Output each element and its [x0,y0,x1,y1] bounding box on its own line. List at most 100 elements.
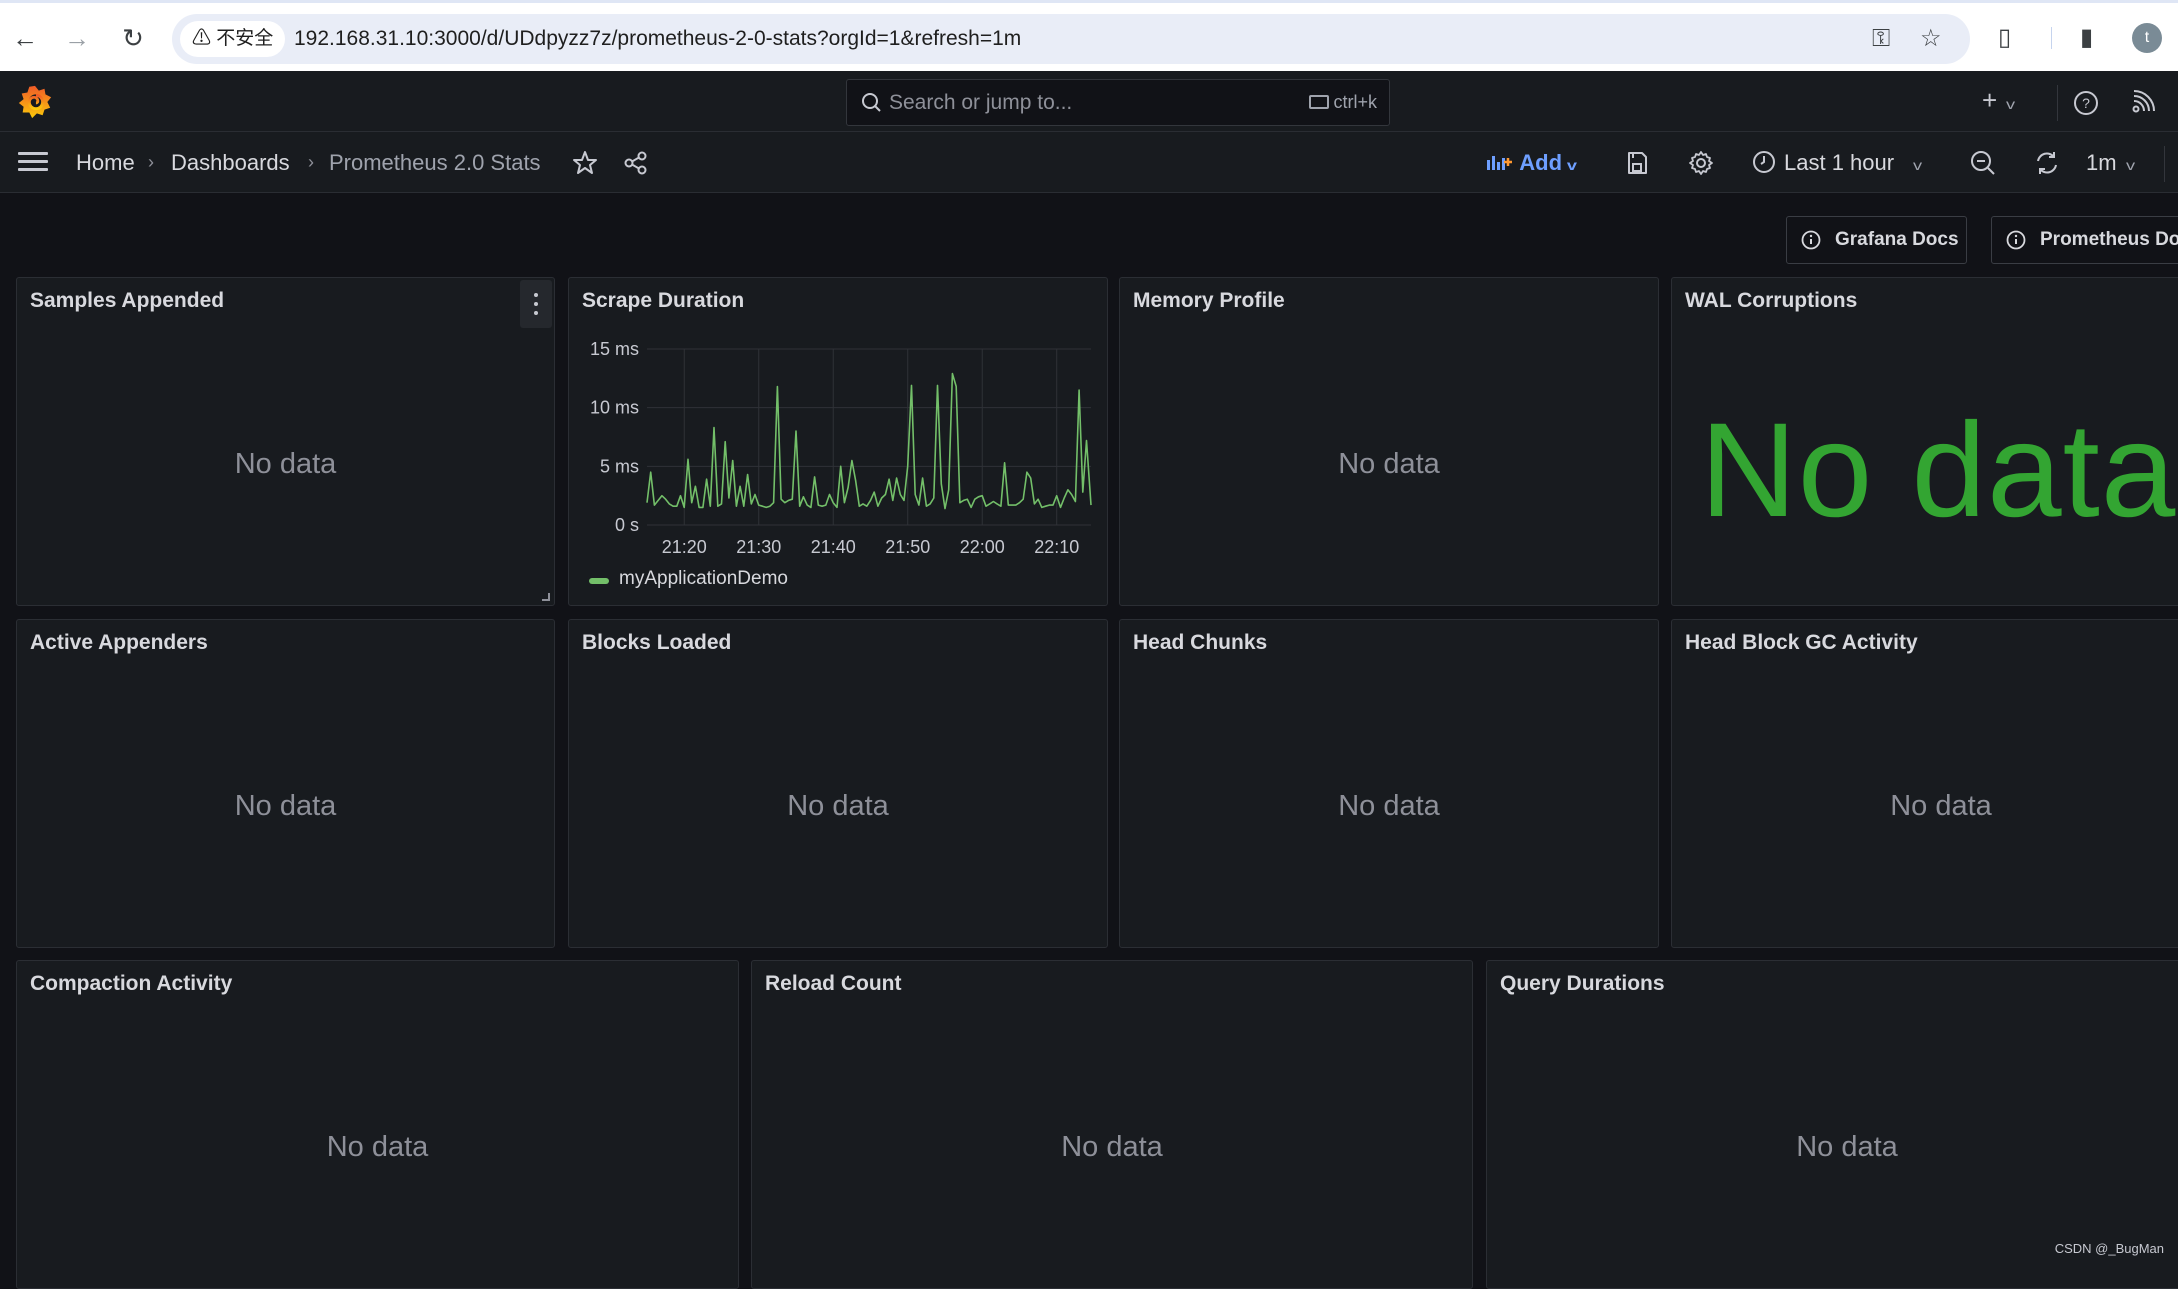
grafana-top-bar: Search or jump to... ctrl+k +v ? [0,71,2178,132]
breadcrumb-home[interactable]: Home [76,132,135,193]
no-data-message: No data [569,790,1107,823]
bookmark-star-icon[interactable]: ☆ [1920,26,1942,52]
panel-samples-appended[interactable]: Samples Appended No data [16,277,555,606]
panel-head-chunks[interactable]: Head Chunks No data [1119,619,1659,948]
data-point [859,506,860,507]
data-point [952,373,953,374]
data-point [956,386,957,387]
data-point [1056,495,1057,496]
security-label: 不安全 [216,28,273,49]
data-point [1078,389,1079,390]
panel-reload-count[interactable]: Reload Count No data [751,960,1473,1289]
profile-avatar[interactable]: t [2132,23,2162,53]
no-data-message: No data [1672,790,2178,823]
grafana-logo-icon[interactable] [16,83,54,121]
add-button[interactable]: Addv [1486,132,1576,196]
panel-blocks-loaded[interactable]: Blocks Loaded No data [568,619,1108,948]
resize-handle[interactable] [542,593,550,601]
breadcrumb-separator: › [308,132,314,193]
x-tick-label: 21:50 [885,537,930,557]
data-point [989,503,990,504]
breadcrumb-current-page: Prometheus 2.0 Stats [329,132,541,193]
time-range-picker[interactable]: Last 1 hourv [1752,132,1921,196]
data-point [933,497,934,498]
panel-memory-profile[interactable]: Memory Profile No data [1119,277,1659,606]
scrape-duration-chart[interactable]: 0 s5 ms10 ms15 ms 21:2021:3021:4021:5022… [569,278,1108,558]
data-point [1060,507,1061,508]
star-icon[interactable] [570,148,600,178]
dashboard-link-grafana-docs[interactable]: Grafana Docs [1786,216,1967,264]
save-icon[interactable] [1622,148,1652,178]
address-bar[interactable]: ⚠ 不安全 192.168.31.10:3000/d/UDdpyzz7z/pro… [172,14,1970,64]
data-point [881,497,882,498]
panel-scrape-duration[interactable]: Scrape Duration 0 s5 ms10 ms15 ms 21:202… [568,277,1108,606]
settings-gear-icon[interactable] [1686,148,1716,178]
share-icon[interactable] [621,148,651,178]
data-point [769,506,770,507]
data-point [900,494,901,495]
data-point [803,496,804,497]
data-point [706,479,707,480]
add-panel-icon [1486,152,1514,172]
extensions-icon[interactable]: ▯ [1998,23,2011,53]
panel-head-block-gc-activity[interactable]: Head Block GC Activity No data [1671,619,2178,948]
key-icon[interactable]: ⚿ [1872,26,1890,52]
new-button[interactable]: +v [1982,85,2014,119]
data-point [661,495,662,496]
legend-item-myapplicationdemo[interactable]: myApplicationDemo [619,568,788,590]
data-point [684,507,685,508]
help-icon[interactable]: ? [2072,89,2100,117]
data-point [713,427,714,428]
data-point [1071,494,1072,495]
data-point [1011,504,1012,505]
warning-icon: ⚠ [192,28,211,49]
security-indicator[interactable]: ⚠ 不安全 [180,21,285,57]
x-tick-label: 22:10 [1034,537,1079,557]
data-point [825,504,826,505]
zoom-out-icon[interactable] [1968,148,1998,178]
data-point [784,502,785,503]
no-data-message: No data [1120,448,1658,481]
data-point [676,506,677,507]
data-point [963,500,964,501]
menu-icon[interactable] [18,152,48,172]
y-tick-label: 10 ms [590,398,639,418]
forward-button[interactable]: → [62,23,92,53]
reload-button[interactable]: ↻ [118,23,148,53]
news-feed-icon[interactable] [2130,89,2156,115]
refresh-interval-picker[interactable]: 1mv [2086,132,2134,196]
breadcrumb-dashboards[interactable]: Dashboards [171,132,290,193]
data-point [695,486,696,487]
url-text[interactable]: 192.168.31.10:3000/d/UDdpyzz7z/prometheu… [294,14,1021,64]
data-point [993,501,994,502]
side-panel-icon[interactable]: ▮ [2080,23,2093,53]
data-point [1004,462,1005,463]
chevron-down-icon: v [2006,89,2015,119]
data-point [747,474,748,475]
back-button[interactable]: ← [10,23,40,53]
panel-menu-button[interactable] [520,280,552,328]
stat-value-no-data: No data [1700,394,2176,547]
panel-query-durations[interactable]: Query Durations No data [1486,960,2178,1289]
panel-title: Memory Profile [1133,289,1285,313]
panel-wal-corruptions[interactable]: WAL Corruptions No data [1671,277,2178,606]
add-label: Add [1519,150,1562,175]
data-point [780,499,781,500]
data-point [788,500,789,501]
panel-title: Samples Appended [30,289,224,313]
x-tick-label: 21:30 [736,537,781,557]
data-point [751,503,752,504]
search-input[interactable]: Search or jump to... ctrl+k [846,79,1390,126]
data-point [915,494,916,495]
panel-title: Head Chunks [1133,631,1267,655]
no-data-message: No data [1120,790,1658,823]
panel-active-appenders[interactable]: Active Appenders No data [16,619,555,948]
panel-title: Head Block GC Activity [1685,631,1918,655]
data-point [687,459,688,460]
panel-compaction-activity[interactable]: Compaction Activity No data [16,960,739,1289]
refresh-icon[interactable] [2032,148,2062,178]
data-point [889,479,890,480]
clock-icon [1752,150,1776,174]
data-point [941,483,942,484]
dashboard-link-prometheus-docs[interactable]: Prometheus Docs [1991,216,2178,264]
